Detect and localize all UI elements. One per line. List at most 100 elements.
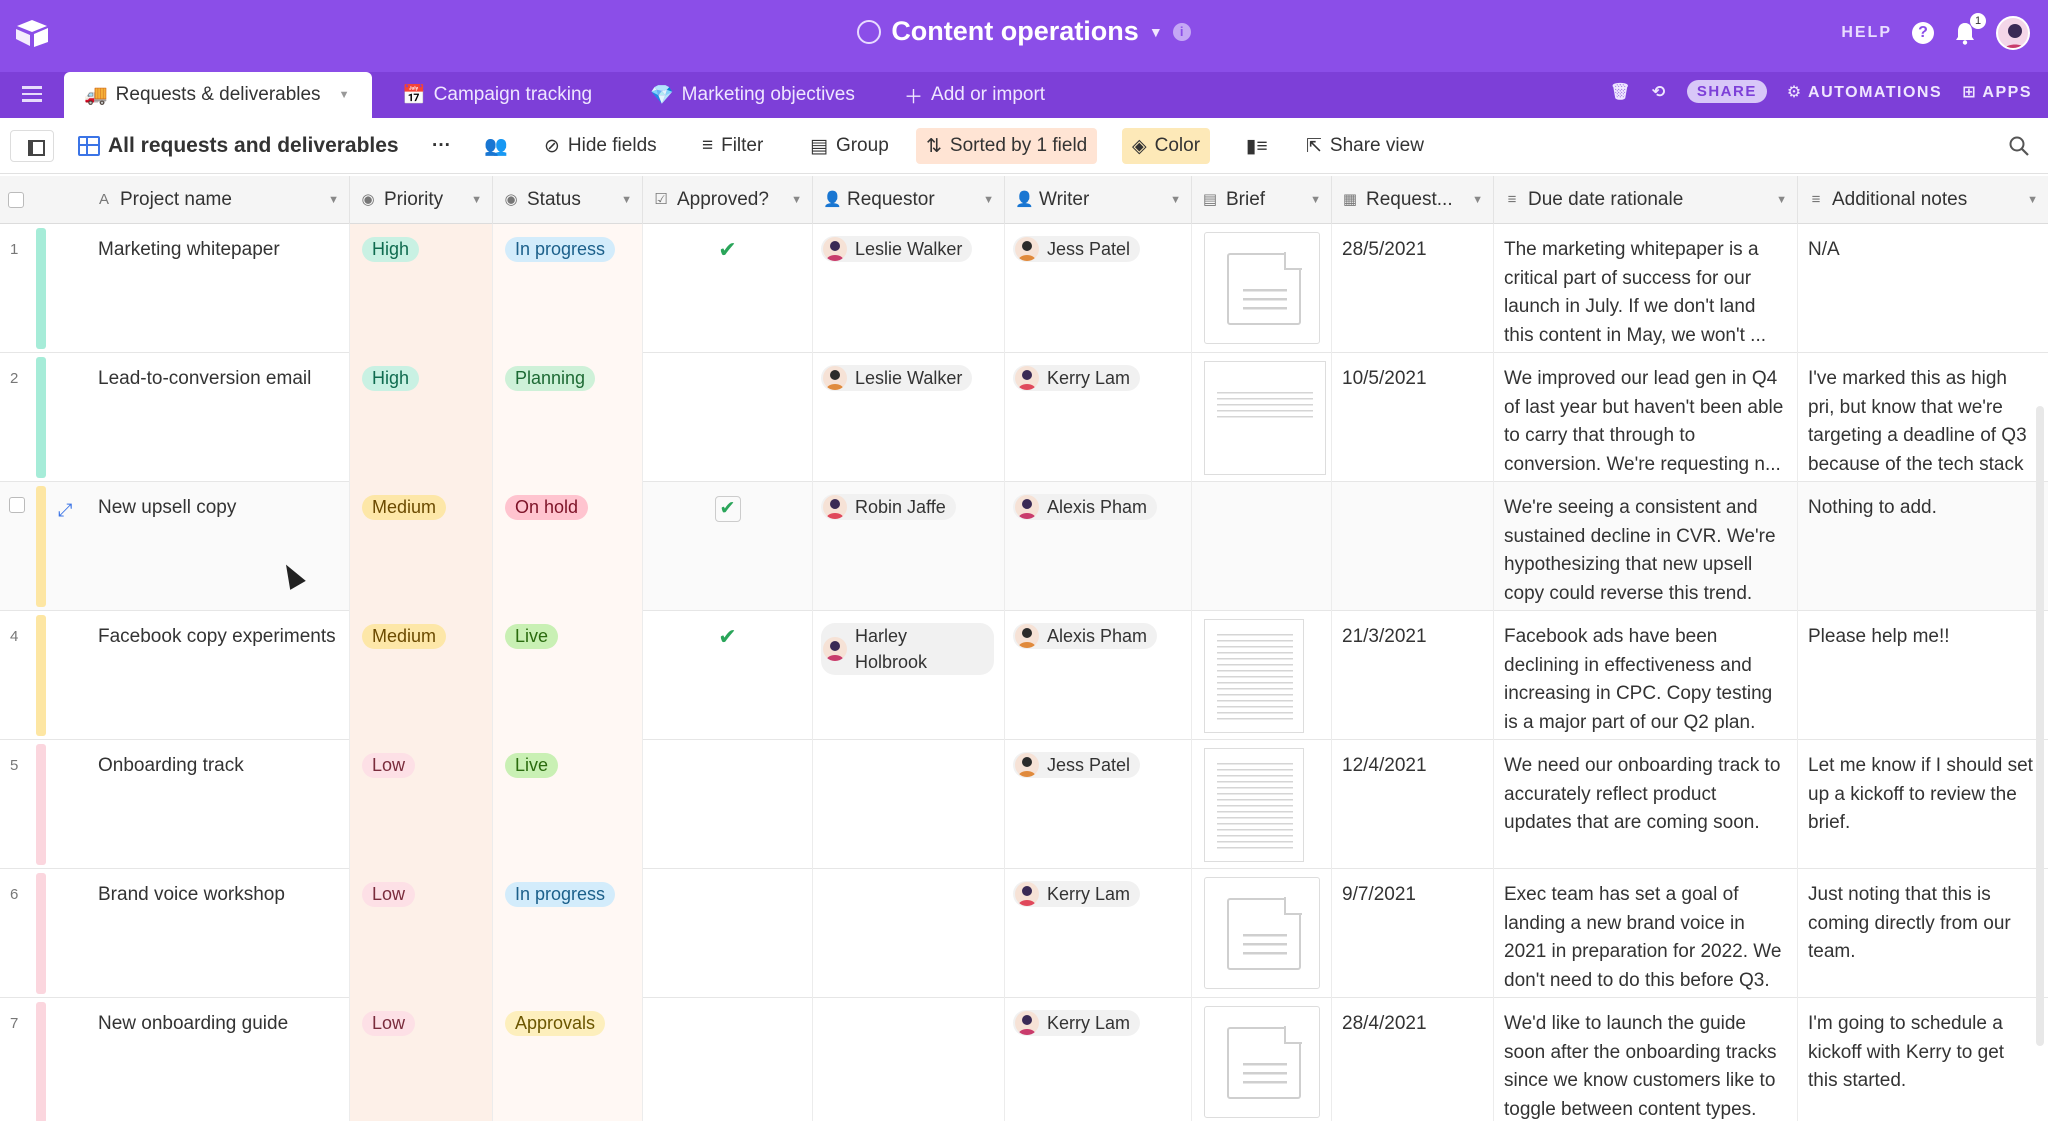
- cell-due-date-rationale[interactable]: We'd like to launch the guide soon after…: [1494, 998, 1798, 1121]
- cell-project-name[interactable]: New onboarding guide: [86, 998, 350, 1121]
- tab-campaign-tracking[interactable]: 📅 Campaign tracking: [382, 72, 612, 118]
- cell-brief[interactable]: [1192, 353, 1332, 482]
- cell-requestor[interactable]: Leslie Walker: [813, 224, 1005, 353]
- cell-additional-notes[interactable]: Let me know if I should set up a kickoff…: [1798, 740, 2048, 869]
- cell-requestor[interactable]: Harley Holbrook: [813, 611, 1005, 740]
- cell-brief[interactable]: [1192, 611, 1332, 740]
- color-button[interactable]: ◈ Color: [1122, 128, 1211, 164]
- cell-request-date[interactable]: [1332, 482, 1494, 611]
- cell-priority[interactable]: High: [350, 353, 493, 482]
- trash-icon[interactable]: 🗑: [1610, 82, 1632, 102]
- filter-button[interactable]: ≡ Filter: [692, 128, 773, 164]
- table-row[interactable]: 5 Onboarding track Low Live Jess Patel 1…: [0, 740, 2048, 869]
- column-header-request-date[interactable]: ▦ Request... ▼: [1332, 176, 1494, 224]
- cell-request-date[interactable]: 28/4/2021: [1332, 998, 1494, 1121]
- automations-button[interactable]: ⚙ AUTOMATIONS: [1787, 82, 1942, 102]
- cell-additional-notes[interactable]: I've marked this as high pri, but know t…: [1798, 353, 2048, 482]
- cell-priority[interactable]: Low: [350, 998, 493, 1121]
- share-button[interactable]: SHARE: [1686, 80, 1767, 103]
- row-height-icon[interactable]: ▮≡: [1236, 128, 1278, 164]
- cell-project-name[interactable]: Onboarding track: [86, 740, 350, 869]
- column-header-due-date-rationale[interactable]: ≡ Due date rationale ▼: [1494, 176, 1798, 224]
- cell-approved[interactable]: ✔: [643, 611, 813, 740]
- cell-brief[interactable]: [1192, 998, 1332, 1121]
- help-label[interactable]: HELP: [1841, 24, 1892, 42]
- cell-brief[interactable]: [1192, 224, 1332, 353]
- column-header-priority[interactable]: ◉ Priority ▼: [350, 176, 493, 224]
- cell-project-name[interactable]: Brand voice workshop: [86, 869, 350, 998]
- collaborators-icon[interactable]: 👥: [474, 128, 518, 164]
- cell-additional-notes[interactable]: Please help me!!: [1798, 611, 2048, 740]
- cell-brief[interactable]: [1192, 482, 1332, 611]
- cell-request-date[interactable]: 9/7/2021: [1332, 869, 1494, 998]
- tab-add-or-import[interactable]: ＋ Add or import: [884, 72, 1065, 118]
- check-icon[interactable]: ✔: [718, 624, 736, 649]
- view-more-button[interactable]: ···: [422, 128, 461, 164]
- cell-writer[interactable]: Alexis Pham: [1005, 611, 1192, 740]
- notifications-bell-icon[interactable]: 1: [1954, 13, 1986, 45]
- vertical-scrollbar[interactable]: [2036, 406, 2044, 1046]
- cell-additional-notes[interactable]: Just noting that this is coming directly…: [1798, 869, 2048, 998]
- group-button[interactable]: ▤ Group: [800, 128, 899, 164]
- cell-additional-notes[interactable]: N/A: [1798, 224, 2048, 353]
- column-header-requestor[interactable]: 👤 Requestor ▼: [813, 176, 1005, 224]
- cell-writer[interactable]: Jess Patel: [1005, 740, 1192, 869]
- chevron-down-icon[interactable]: ▼: [2027, 194, 2038, 206]
- column-header-brief[interactable]: ▤ Brief ▼: [1192, 176, 1332, 224]
- cell-due-date-rationale[interactable]: We're seeing a consistent and sustained …: [1494, 482, 1798, 611]
- cell-project-name[interactable]: Marketing whitepaper: [86, 224, 350, 353]
- column-header-writer[interactable]: 👤 Writer ▼: [1005, 176, 1192, 224]
- cell-writer[interactable]: Alexis Pham: [1005, 482, 1192, 611]
- chevron-down-icon[interactable]: ▼: [1776, 194, 1787, 206]
- sort-button[interactable]: ⇅ Sorted by 1 field: [916, 128, 1098, 164]
- cell-due-date-rationale[interactable]: We need our onboarding track to accurate…: [1494, 740, 1798, 869]
- cell-status[interactable]: Approvals: [493, 998, 643, 1121]
- user-avatar[interactable]: [1996, 16, 2030, 50]
- column-header-additional-notes[interactable]: ≡ Additional notes ▼: [1798, 176, 2048, 224]
- cell-priority[interactable]: Low: [350, 869, 493, 998]
- check-icon[interactable]: ✔: [714, 496, 741, 522]
- hide-fields-button[interactable]: ⊘ Hide fields: [534, 128, 667, 164]
- select-all-checkbox[interactable]: [8, 192, 24, 208]
- base-title-button[interactable]: Content operations ▼ i: [857, 16, 1191, 47]
- share-view-button[interactable]: ⇱ Share view: [1296, 128, 1434, 164]
- apps-button[interactable]: ⊞ APPS: [1962, 82, 2032, 102]
- cell-approved[interactable]: [643, 353, 813, 482]
- cell-writer[interactable]: Kerry Lam: [1005, 353, 1192, 482]
- cell-approved[interactable]: ✔: [643, 224, 813, 353]
- cell-request-date[interactable]: 12/4/2021: [1332, 740, 1494, 869]
- cell-approved[interactable]: [643, 740, 813, 869]
- cell-status[interactable]: Live: [493, 611, 643, 740]
- history-icon[interactable]: ⟲: [1652, 82, 1667, 102]
- cell-requestor[interactable]: [813, 740, 1005, 869]
- cell-approved[interactable]: ✔: [643, 482, 813, 611]
- cell-additional-notes[interactable]: Nothing to add.: [1798, 482, 2048, 611]
- info-icon[interactable]: i: [1172, 22, 1191, 41]
- column-header-project-name[interactable]: A Project name ▼: [86, 176, 350, 224]
- cell-priority[interactable]: High: [350, 224, 493, 353]
- cell-writer[interactable]: Kerry Lam: [1005, 998, 1192, 1121]
- cell-due-date-rationale[interactable]: We improved our lead gen in Q4 of last y…: [1494, 353, 1798, 482]
- table-row[interactable]: ⤢ New upsell copy Medium On hold ✔ Robin…: [0, 482, 2048, 611]
- cell-requestor[interactable]: Robin Jaffe: [813, 482, 1005, 611]
- chevron-down-icon[interactable]: ▼: [1310, 194, 1321, 206]
- cell-requestor[interactable]: [813, 869, 1005, 998]
- chevron-down-icon[interactable]: ▼: [471, 194, 482, 206]
- help-icon[interactable]: ?: [1912, 22, 1934, 44]
- row-select-checkbox[interactable]: [9, 497, 25, 513]
- column-header-status[interactable]: ◉ Status ▼: [493, 176, 643, 224]
- table-row[interactable]: 1 Marketing whitepaper High In progress …: [0, 224, 2048, 353]
- tab-marketing-objectives[interactable]: 💎 Marketing objectives: [630, 72, 875, 118]
- cell-due-date-rationale[interactable]: The marketing whitepaper is a critical p…: [1494, 224, 1798, 353]
- cell-due-date-rationale[interactable]: Facebook ads have been declining in effe…: [1494, 611, 1798, 740]
- cell-request-date[interactable]: 21/3/2021: [1332, 611, 1494, 740]
- search-icon[interactable]: [1998, 128, 2040, 164]
- cell-request-date[interactable]: 10/5/2021: [1332, 353, 1494, 482]
- cell-project-name[interactable]: Facebook copy experiments: [86, 611, 350, 740]
- cell-status[interactable]: In progress: [493, 869, 643, 998]
- view-switcher[interactable]: All requests and deliverables: [68, 128, 409, 164]
- table-row[interactable]: 2 Lead-to-conversion email High Planning…: [0, 353, 2048, 482]
- cell-approved[interactable]: [643, 869, 813, 998]
- table-row[interactable]: 4 Facebook copy experiments Medium Live …: [0, 611, 2048, 740]
- cell-status[interactable]: In progress: [493, 224, 643, 353]
